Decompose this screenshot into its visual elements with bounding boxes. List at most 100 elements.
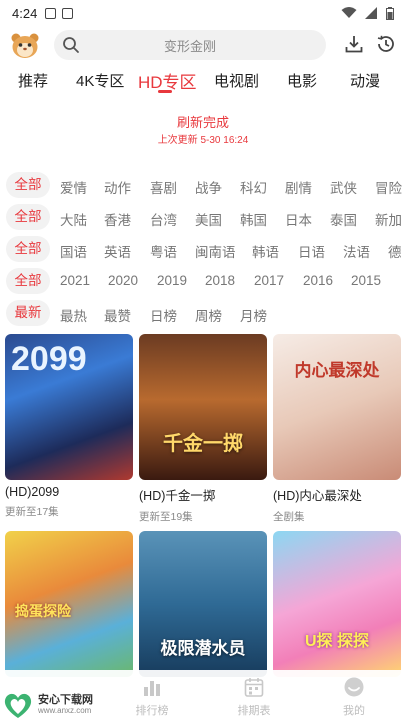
filter-option[interactable]: 韩语 [252, 241, 279, 261]
filter-option[interactable]: 泰国 [330, 209, 357, 229]
site-watermark: 安心下载网 www.anxz.com [2, 688, 112, 722]
search-placeholder: 变形金刚 [163, 38, 216, 54]
filter-option[interactable]: 科幻 [240, 177, 267, 197]
filter-option[interactable]: 周榜 [195, 305, 222, 325]
filter-option[interactable]: 国语 [60, 241, 87, 261]
filter-option[interactable]: 美国 [195, 209, 222, 229]
filter-option[interactable]: 战争 [195, 177, 222, 197]
filter-option[interactable]: 剧情 [285, 177, 312, 197]
download-icon[interactable] [344, 34, 364, 54]
video-card[interactable]: 2099 (HD)2099 更新至17集 [5, 334, 133, 519]
filter-year-selected[interactable]: 全部 [6, 268, 50, 294]
poster-title: 内心最深处 [294, 361, 380, 380]
filter-option[interactable]: 动作 [104, 177, 131, 197]
hamster-logo-icon[interactable] [10, 31, 40, 59]
filter-language-selected[interactable]: 全部 [6, 236, 50, 262]
tab-movies[interactable]: 电影 [287, 70, 317, 91]
filter-option[interactable]: 大陆 [60, 209, 87, 229]
filter-row-region: 全部 大陆 香港 台湾 美国 韩国 日本 泰国 新加 [0, 204, 406, 230]
user-icon [344, 677, 364, 697]
video-episode-status: 更新至19集 [139, 511, 193, 523]
filter-option[interactable]: 新加 [375, 209, 402, 229]
tab-anime[interactable]: 动漫 [350, 70, 380, 91]
video-card[interactable]: 极限潜水员 [139, 531, 267, 677]
filter-row-year: 全部 2021 2020 2019 2018 2017 2016 2015 [0, 268, 406, 294]
video-card[interactable]: 捣蛋探险 [5, 531, 133, 677]
refresh-time: 上次更新 5-30 16:24 [157, 135, 249, 146]
filter-option[interactable]: 台湾 [150, 209, 177, 229]
filter-option[interactable]: 爱情 [60, 177, 87, 197]
filter-option[interactable]: 最热 [60, 305, 87, 325]
nav-profile[interactable]: 我的 [324, 676, 384, 718]
filter-option[interactable]: 2019 [157, 273, 187, 288]
search-bar[interactable]: 变形金刚 [54, 30, 326, 60]
filter-option[interactable]: 月榜 [240, 305, 267, 325]
poster-title: 2099 [11, 340, 87, 378]
nav-schedule[interactable]: 排期表 [224, 676, 284, 718]
filter-option[interactable]: 2020 [108, 273, 138, 288]
video-poster[interactable]: U探 探探 [273, 531, 401, 677]
video-episode-status: 更新至17集 [5, 506, 59, 518]
filter-option[interactable]: 2021 [60, 273, 90, 288]
watermark-logo [4, 693, 32, 718]
status-bar: 4:24 [0, 0, 406, 26]
refresh-status: 刷新完成 [176, 115, 229, 130]
filter-option[interactable]: 2016 [303, 273, 333, 288]
filter-option[interactable]: 2017 [254, 273, 284, 288]
top-bar: 变形金刚 [0, 28, 406, 62]
filter-option[interactable]: 冒险 [375, 177, 402, 197]
filter-option[interactable]: 喜剧 [150, 177, 177, 197]
search-icon [63, 37, 79, 53]
poster-title: 极限潜水员 [160, 639, 246, 658]
video-title: (HD)内心最深处 [273, 489, 362, 503]
filter-sort-selected[interactable]: 最新 [6, 300, 50, 326]
status-time: 4:24 [12, 5, 38, 21]
filter-option[interactable]: 粤语 [150, 241, 177, 261]
watermark-name: 安心下载网 [38, 694, 93, 706]
filter-option[interactable]: 2018 [205, 273, 235, 288]
filter-row-genre: 全部 爱情 动作 喜剧 战争 科幻 剧情 武侠 冒险 [0, 172, 406, 198]
filter-genre-selected[interactable]: 全部 [6, 172, 50, 198]
filter-option[interactable]: 韩国 [240, 209, 267, 229]
poster-title: 捣蛋探险 [15, 603, 71, 619]
filter-option[interactable]: 日榜 [150, 305, 177, 325]
filter-option[interactable]: 日语 [298, 241, 325, 261]
filter-option[interactable]: 武侠 [330, 177, 357, 197]
screenshot-icon [62, 7, 74, 19]
history-clock-icon[interactable] [376, 34, 396, 54]
filter-option[interactable]: 日本 [285, 209, 312, 229]
video-card[interactable]: 千金一掷 (HD)千金一掷 更新至19集 [139, 334, 267, 524]
nav-ranking[interactable]: 排行榜 [122, 676, 182, 718]
chart-icon [144, 681, 160, 696]
filter-option[interactable]: 最赞 [104, 305, 131, 325]
filter-option[interactable]: 闽南语 [195, 241, 236, 261]
active-tab-indicator [158, 90, 172, 93]
filter-option[interactable]: 香港 [104, 209, 131, 229]
video-poster[interactable]: 极限潜水员 [139, 531, 267, 677]
tab-4k[interactable]: 4K专区 [76, 70, 124, 91]
video-poster[interactable]: 捣蛋探险 [5, 531, 133, 677]
filter-option[interactable]: 法语 [343, 241, 370, 261]
filter-option[interactable]: 德 [388, 241, 402, 261]
video-card[interactable]: 内心最深处 (HD)内心最深处 全剧集 [273, 334, 401, 524]
filter-option[interactable]: 2015 [351, 273, 381, 288]
filter-region-selected[interactable]: 全部 [6, 204, 50, 230]
video-card[interactable]: U探 探探 [273, 531, 401, 677]
signal-icon [365, 7, 377, 19]
nav-ranking-label: 排行榜 [135, 705, 169, 717]
category-tabs: 推荐 4K专区 HD专区 电视剧 电影 动漫 [0, 66, 406, 96]
video-poster[interactable]: 千金一掷 [139, 334, 267, 480]
filter-row-language: 全部 国语 英语 粤语 闽南语 韩语 日语 法语 德 [0, 236, 406, 262]
nav-schedule-label: 排期表 [237, 705, 271, 717]
filter-option[interactable]: 英语 [104, 241, 131, 261]
watermark-url: www.anxz.com [38, 706, 92, 715]
battery-icon [386, 6, 394, 20]
video-poster[interactable]: 2099 [5, 334, 133, 480]
tab-tv-series[interactable]: 电视剧 [214, 70, 259, 91]
video-episode-status: 全剧集 [273, 511, 305, 523]
notification-icon [45, 7, 57, 19]
nav-profile-label: 我的 [343, 705, 365, 717]
tab-recommend[interactable]: 推荐 [18, 70, 48, 91]
video-title: (HD)2099 [5, 485, 60, 499]
video-poster[interactable]: 内心最深处 [273, 334, 401, 480]
